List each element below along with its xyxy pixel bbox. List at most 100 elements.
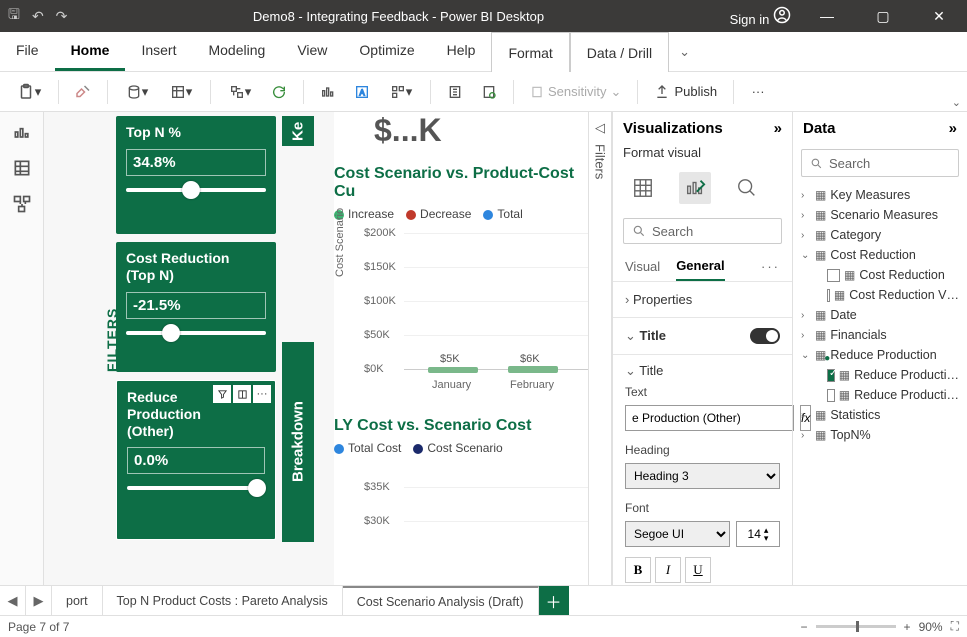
format-visual-icon[interactable]: [679, 172, 711, 204]
node-scenario-measures[interactable]: ›▦Scenario Measures: [799, 205, 961, 225]
title-sub-row[interactable]: ⌄ Title: [613, 355, 792, 381]
chart1-bar-feb: [508, 366, 558, 373]
tab-port[interactable]: port: [52, 586, 103, 615]
node-cost-reduction[interactable]: ⌄▦Cost Reduction: [799, 245, 961, 265]
model-view-icon[interactable]: [12, 194, 32, 214]
costreduction-card[interactable]: Cost Reduction (Top N) -21.5%: [116, 242, 276, 372]
costreduction-slider[interactable]: [126, 331, 266, 335]
reduceproduction-card[interactable]: ··· Reduce Production (Other) 0.0%: [116, 380, 276, 540]
minimize-button[interactable]: —: [807, 8, 847, 24]
breakdown-tab[interactable]: Breakdown: [282, 342, 314, 542]
tab-visual[interactable]: Visual: [625, 253, 660, 280]
node-reduce-prod-2[interactable]: ▦Reduce Producti…: [799, 385, 961, 405]
collapse-data-icon[interactable]: »: [949, 120, 957, 137]
excel-button[interactable]: ▾: [162, 78, 200, 106]
menu-insert[interactable]: Insert: [125, 32, 192, 71]
redo-icon[interactable]: ↷: [56, 8, 68, 25]
quick-measure-button[interactable]: [475, 78, 503, 106]
node-date[interactable]: ›▦Date: [799, 305, 961, 325]
menu-home[interactable]: Home: [55, 32, 126, 71]
tab-pareto[interactable]: Top N Product Costs : Pareto Analysis: [103, 586, 343, 615]
zoom-in-icon[interactable]: +: [904, 620, 911, 634]
table-view-icon[interactable]: [12, 158, 32, 178]
zoom-slider[interactable]: [816, 625, 896, 628]
menu-file[interactable]: File: [0, 32, 55, 71]
viz-search-input[interactable]: Search: [623, 218, 782, 244]
node-topn[interactable]: ›▦TopN%: [799, 425, 961, 445]
get-data-button[interactable]: ▾: [118, 78, 156, 106]
node-reduce-prod-1[interactable]: ▦Reduce Producti…: [799, 365, 961, 385]
node-cost-reduction-field[interactable]: ▦Cost Reduction: [799, 265, 961, 285]
menu-help[interactable]: Help: [431, 32, 492, 71]
title-toggle[interactable]: [750, 328, 780, 344]
topn-slider[interactable]: [126, 188, 266, 192]
tabs-prev-icon[interactable]: ◀: [0, 586, 26, 615]
fit-page-icon[interactable]: ⛶: [951, 619, 959, 634]
zoom-value: 90%: [919, 620, 943, 634]
zoom-control[interactable]: − + 90% ⛶: [801, 619, 959, 634]
font-select[interactable]: Segoe UI: [625, 521, 730, 547]
maximize-button[interactable]: ▢: [863, 8, 903, 25]
data-search-input[interactable]: Search: [801, 149, 959, 177]
heading-select[interactable]: Heading 3: [625, 463, 780, 489]
more-visuals-button[interactable]: ▾: [382, 78, 420, 106]
report-view-icon[interactable]: [12, 122, 32, 142]
close-button[interactable]: ✕: [919, 8, 959, 25]
focus-mode-icon[interactable]: [233, 385, 251, 403]
menu-datadrill[interactable]: Data / Drill: [570, 32, 669, 72]
reduceprod-slider[interactable]: [127, 486, 265, 490]
tab-cost-scenario[interactable]: Cost Scenario Analysis (Draft): [343, 586, 539, 615]
node-category[interactable]: ›▦Category: [799, 225, 961, 245]
tabs-next-icon[interactable]: ▶: [26, 586, 52, 615]
save-icon[interactable]: 🖫: [8, 4, 20, 28]
text-box-button[interactable]: A: [348, 78, 376, 106]
visual-filter-icon[interactable]: [213, 385, 231, 403]
node-statistics[interactable]: ›▦Statistics: [799, 405, 961, 425]
undo-icon[interactable]: ↶: [32, 8, 44, 25]
node-key-measures[interactable]: ›▦Key Measures: [799, 185, 961, 205]
analytics-icon[interactable]: [731, 172, 763, 204]
menu-format[interactable]: Format: [491, 32, 569, 72]
menu-modeling[interactable]: Modeling: [192, 32, 281, 71]
format-painter-button[interactable]: [69, 78, 97, 106]
node-reduce-production[interactable]: ⌄▦●Reduce Production: [799, 345, 961, 365]
publish-button[interactable]: Publish: [648, 84, 723, 100]
menu-view[interactable]: View: [281, 32, 343, 71]
title-row[interactable]: ⌄ Title: [613, 318, 792, 354]
font-size-spinner[interactable]: 14 ▴▾: [736, 521, 780, 547]
menu-optimize[interactable]: Optimize: [343, 32, 430, 71]
zoom-out-icon[interactable]: −: [801, 620, 808, 634]
chart1-title: Cost Scenario vs. Product-Cost Cu: [334, 165, 588, 201]
collapse-viz-icon[interactable]: »: [774, 120, 782, 137]
report-canvas[interactable]: FILTERS Ke Breakdown Top N % 34.8% Cost …: [44, 112, 588, 585]
topn-card[interactable]: Top N % 34.8%: [116, 116, 276, 234]
build-visual-icon[interactable]: [627, 172, 659, 204]
key-tab[interactable]: Ke: [282, 116, 314, 146]
expand-filters-icon[interactable]: ◁: [595, 120, 605, 136]
add-page-button[interactable]: ＋: [539, 586, 569, 615]
transform-button[interactable]: ▾: [221, 78, 259, 106]
paste-button[interactable]: ▾: [10, 78, 48, 106]
chart1-axis: Cost Scenario $200K $150K $100K $50K $0K…: [344, 227, 588, 387]
viz-more-icon[interactable]: ···: [761, 259, 780, 274]
signin-button[interactable]: Sign in: [730, 6, 791, 27]
collapse-ribbon-icon[interactable]: ⌄: [952, 96, 961, 109]
node-cost-reduction-v[interactable]: ▦Cost Reduction V…: [799, 285, 961, 305]
bold-button[interactable]: B: [625, 557, 651, 583]
new-measure-button[interactable]: [441, 78, 469, 106]
menu-chevron-icon[interactable]: ⌄: [669, 32, 700, 71]
italic-button[interactable]: I: [655, 557, 681, 583]
filters-pane-collapsed[interactable]: ◁ Filters: [588, 112, 612, 585]
refresh-button[interactable]: [265, 78, 293, 106]
page-indicator: Page 7 of 7: [8, 620, 69, 634]
properties-row[interactable]: › Properties: [613, 282, 792, 317]
node-financials[interactable]: ›▦Financials: [799, 325, 961, 345]
more-options-icon[interactable]: ···: [253, 385, 271, 403]
tab-general[interactable]: General: [676, 252, 724, 281]
window-title: Demo8 - Integrating Feedback - Power BI …: [67, 9, 729, 24]
more-commands-button[interactable]: ···: [744, 78, 772, 106]
title-text-input[interactable]: [625, 405, 794, 431]
new-visual-button[interactable]: [314, 78, 342, 106]
underline-button[interactable]: U: [685, 557, 711, 583]
text-label: Text: [613, 381, 792, 403]
